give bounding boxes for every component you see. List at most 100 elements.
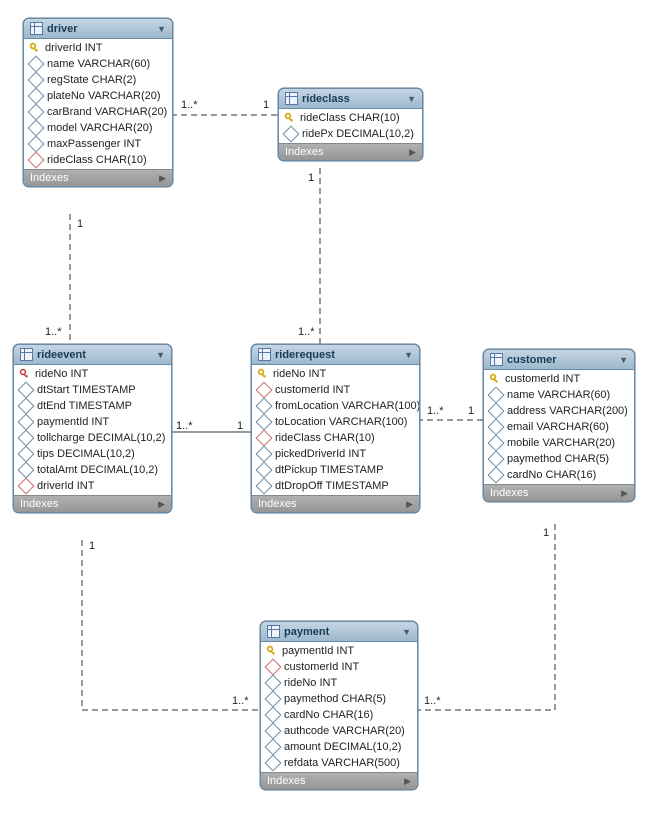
column-icon xyxy=(488,467,505,484)
card-event-req-right: 1 xyxy=(237,420,243,432)
column-row[interactable]: tips DECIMAL(10,2) xyxy=(14,446,171,462)
card-req-cust-left: 1..* xyxy=(427,405,444,417)
column-icon xyxy=(265,691,282,708)
column-row[interactable]: dtStart TIMESTAMP xyxy=(14,382,171,398)
entity-footer[interactable]: Indexes ▶ xyxy=(279,143,422,160)
column-text: address VARCHAR(200) xyxy=(507,405,628,417)
collapse-arrow-icon[interactable]: ▼ xyxy=(157,24,166,34)
column-icon xyxy=(488,451,505,468)
card-event-req-left: 1..* xyxy=(176,420,193,432)
expand-arrow-icon[interactable]: ▶ xyxy=(621,488,628,499)
column-text: paymethod CHAR(5) xyxy=(284,693,386,705)
collapse-arrow-icon[interactable]: ▼ xyxy=(407,94,416,104)
primary-key-icon xyxy=(285,113,295,123)
column-row[interactable]: paymethod CHAR(5) xyxy=(484,451,634,467)
column-text: cardNo CHAR(16) xyxy=(284,709,373,721)
column-row[interactable]: paymethod CHAR(5) xyxy=(261,691,417,707)
column-text: customerId INT xyxy=(505,373,580,385)
column-row[interactable]: dtEnd TIMESTAMP xyxy=(14,398,171,414)
column-text: paymethod CHAR(5) xyxy=(507,453,609,465)
column-row[interactable]: ridePx DECIMAL(10,2) xyxy=(279,126,422,142)
column-icon xyxy=(18,446,35,463)
collapse-arrow-icon[interactable]: ▼ xyxy=(619,355,628,365)
column-row[interactable]: amount DECIMAL(10,2) xyxy=(261,739,417,755)
expand-arrow-icon[interactable]: ▶ xyxy=(158,499,165,510)
column-row[interactable]: authcode VARCHAR(20) xyxy=(261,723,417,739)
entity-header[interactable]: rideclass ▼ xyxy=(279,89,422,109)
card-cust-pay-bot: 1..* xyxy=(424,695,441,707)
entity-footer[interactable]: Indexes ▶ xyxy=(261,772,417,789)
column-row[interactable]: maxPassenger INT xyxy=(24,136,172,152)
entity-footer[interactable]: Indexes ▶ xyxy=(484,484,634,501)
entity-footer[interactable]: Indexes ▶ xyxy=(14,495,171,512)
entity-driver[interactable]: driver ▼ driverId INTname VARCHAR(60)reg… xyxy=(23,18,173,187)
collapse-arrow-icon[interactable]: ▼ xyxy=(402,627,411,637)
column-row[interactable]: driverId INT xyxy=(14,478,171,494)
expand-arrow-icon[interactable]: ▶ xyxy=(409,147,416,158)
column-row[interactable]: fromLocation VARCHAR(100) xyxy=(252,398,419,414)
entity-customer[interactable]: customer ▼ customerId INT name VARCHAR(60… xyxy=(483,349,635,502)
entity-header[interactable]: driver ▼ xyxy=(24,19,172,39)
column-row[interactable]: rideNo INT xyxy=(252,366,419,382)
entity-rideclass[interactable]: rideclass ▼ rideClass CHAR(10)ridePx DEC… xyxy=(278,88,423,161)
column-row[interactable]: rideClass CHAR(10) xyxy=(279,110,422,126)
column-icon xyxy=(28,120,45,137)
column-text: rideNo INT xyxy=(284,677,337,689)
column-row[interactable]: plateNo VARCHAR(20) xyxy=(24,88,172,104)
column-row[interactable]: driverId INT xyxy=(24,40,172,56)
column-text: rideClass CHAR(10) xyxy=(275,432,375,444)
column-text: pickedDriverId INT xyxy=(275,448,366,460)
entity-rideevent[interactable]: rideevent ▼ rideNo INTdtStart TIMESTAMPd… xyxy=(13,344,172,513)
expand-arrow-icon[interactable]: ▶ xyxy=(159,173,166,184)
column-icon xyxy=(28,88,45,105)
entity-header[interactable]: customer ▼ xyxy=(484,350,634,370)
column-row[interactable]: dtDropOff TIMESTAMP xyxy=(252,478,419,494)
column-row[interactable]: regState CHAR(2) xyxy=(24,72,172,88)
column-row[interactable]: customerId INT xyxy=(252,382,419,398)
column-row[interactable]: mobile VARCHAR(20) xyxy=(484,435,634,451)
column-row[interactable]: rideClass CHAR(10) xyxy=(24,152,172,168)
collapse-arrow-icon[interactable]: ▼ xyxy=(404,350,413,360)
column-row[interactable]: name VARCHAR(60) xyxy=(24,56,172,72)
column-row[interactable]: name VARCHAR(60) xyxy=(484,387,634,403)
column-row[interactable]: carBrand VARCHAR(20) xyxy=(24,104,172,120)
column-row[interactable]: address VARCHAR(200) xyxy=(484,403,634,419)
entity-riderequest[interactable]: riderequest ▼ rideNo INTcustomerId INTfr… xyxy=(251,344,420,513)
entity-header[interactable]: rideevent ▼ xyxy=(14,345,171,365)
column-text: rideNo INT xyxy=(35,368,88,380)
column-row[interactable]: customerId INT xyxy=(484,371,634,387)
entity-footer[interactable]: Indexes ▶ xyxy=(24,169,172,186)
column-row[interactable]: rideClass CHAR(10) xyxy=(252,430,419,446)
card-cust-pay-top: 1 xyxy=(543,527,549,539)
entity-title: riderequest xyxy=(275,349,400,361)
column-row[interactable]: customerId INT xyxy=(261,659,417,675)
column-row[interactable]: rideNo INT xyxy=(261,675,417,691)
column-row[interactable]: dtPickup TIMESTAMP xyxy=(252,462,419,478)
table-icon xyxy=(258,348,271,361)
collapse-arrow-icon[interactable]: ▼ xyxy=(156,350,165,360)
footer-label: Indexes xyxy=(258,498,297,510)
column-row[interactable]: rideNo INT xyxy=(14,366,171,382)
entity-header[interactable]: payment ▼ xyxy=(261,622,417,642)
column-row[interactable]: refdata VARCHAR(500) xyxy=(261,755,417,771)
column-row[interactable]: paymentId INT xyxy=(14,414,171,430)
column-row[interactable]: cardNo CHAR(16) xyxy=(261,707,417,723)
column-row[interactable]: email VARCHAR(60) xyxy=(484,419,634,435)
column-icon xyxy=(18,398,35,415)
entity-payment[interactable]: payment ▼ paymentId INTcustomerId INT rid… xyxy=(260,621,418,790)
column-row[interactable]: pickedDriverId INT xyxy=(252,446,419,462)
entity-header[interactable]: riderequest ▼ xyxy=(252,345,419,365)
column-text: name VARCHAR(60) xyxy=(507,389,610,401)
column-row[interactable]: cardNo CHAR(16) xyxy=(484,467,634,483)
column-row[interactable]: tollcharge DECIMAL(10,2) xyxy=(14,430,171,446)
column-row[interactable]: totalAmt DECIMAL(10,2) xyxy=(14,462,171,478)
entity-footer[interactable]: Indexes ▶ xyxy=(252,495,419,512)
column-row[interactable]: model VARCHAR(20) xyxy=(24,120,172,136)
expand-arrow-icon[interactable]: ▶ xyxy=(406,499,413,510)
table-icon xyxy=(285,92,298,105)
column-row[interactable]: toLocation VARCHAR(100) xyxy=(252,414,419,430)
column-row[interactable]: paymentId INT xyxy=(261,643,417,659)
expand-arrow-icon[interactable]: ▶ xyxy=(404,776,411,787)
table-icon xyxy=(30,22,43,35)
column-icon xyxy=(28,136,45,153)
